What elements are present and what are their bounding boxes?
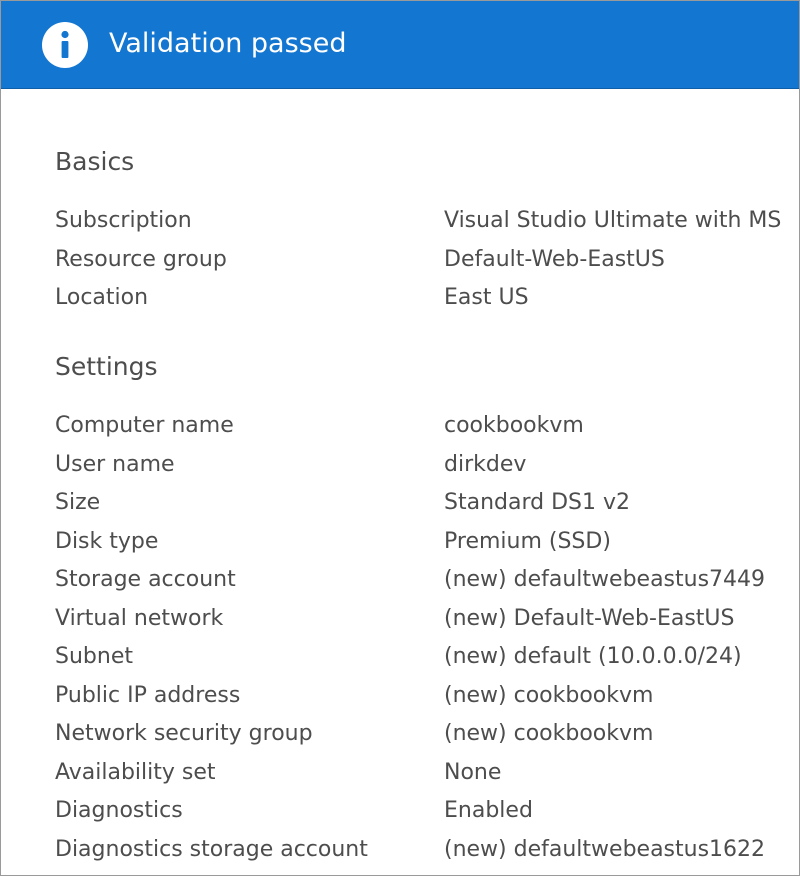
row-label: Diagnostics (55, 798, 183, 823)
row-value: Standard DS1 v2 (444, 490, 630, 515)
summary-row-network-security-group: Network security group (new) cookbookvm (1, 719, 799, 757)
summary-row-size: Size Standard DS1 v2 (1, 488, 799, 526)
summary-row-subscription: Subscription Visual Studio Ultimate with… (1, 206, 799, 244)
summary-row-diagnostics-storage-account: Diagnostics storage account (new) defaul… (1, 835, 799, 873)
row-value: Default-Web-EastUS (444, 247, 665, 272)
info-icon (42, 22, 88, 68)
row-value: (new) cookbookvm (444, 721, 654, 746)
row-label: Size (55, 490, 101, 515)
section-heading-basics: Basics (55, 147, 135, 176)
row-label: Disk type (55, 529, 159, 554)
row-label: Subnet (55, 644, 133, 669)
row-value: East US (444, 285, 529, 310)
section-heading-settings: Settings (55, 352, 158, 381)
row-label: Location (55, 285, 149, 310)
row-value: Visual Studio Ultimate with MS (444, 208, 782, 233)
row-value: (new) defaultwebeastus1622 (444, 837, 766, 862)
summary-row-storage-account: Storage account (new) defaultwebeastus74… (1, 565, 799, 603)
row-value: dirkdev (444, 452, 527, 477)
summary-row-public-ip-address: Public IP address (new) cookbookvm (1, 681, 799, 719)
summary-row-diagnostics: Diagnostics Enabled (1, 796, 799, 834)
row-label: Virtual network (55, 606, 224, 631)
row-label: Diagnostics storage account (55, 837, 368, 862)
summary-row-computer-name: Computer name cookbookvm (1, 411, 799, 449)
validation-banner: Validation passed (1, 1, 799, 89)
summary-row-disk-type: Disk type Premium (SSD) (1, 527, 799, 565)
summary-row-location: Location East US (1, 283, 799, 321)
banner-title: Validation passed (109, 28, 347, 59)
row-value: (new) cookbookvm (444, 683, 654, 708)
row-value: (new) defaultwebeastus7449 (444, 567, 766, 592)
row-label: Resource group (55, 247, 227, 272)
row-label: Storage account (55, 567, 236, 592)
validation-summary-panel: Validation passed Basics Subscription Vi… (0, 0, 800, 876)
summary-row-virtual-network: Virtual network (new) Default-Web-EastUS (1, 604, 799, 642)
summary-row-user-name: User name dirkdev (1, 450, 799, 488)
row-label: Availability set (55, 760, 216, 785)
summary-row-resource-group: Resource group Default-Web-EastUS (1, 245, 799, 283)
row-value: (new) default (10.0.0.0/24) (444, 644, 742, 669)
summary-row-subnet: Subnet (new) default (10.0.0.0/24) (1, 642, 799, 680)
summary-row-availability-set: Availability set None (1, 758, 799, 796)
row-value: None (444, 760, 502, 785)
row-value: Enabled (444, 798, 533, 823)
row-value: (new) Default-Web-EastUS (444, 606, 735, 631)
row-label: Computer name (55, 413, 234, 438)
row-value: Premium (SSD) (444, 529, 611, 554)
row-label: User name (55, 452, 175, 477)
row-value: cookbookvm (444, 413, 584, 438)
row-label: Subscription (55, 208, 192, 233)
row-label: Network security group (55, 721, 313, 746)
row-label: Public IP address (55, 683, 241, 708)
